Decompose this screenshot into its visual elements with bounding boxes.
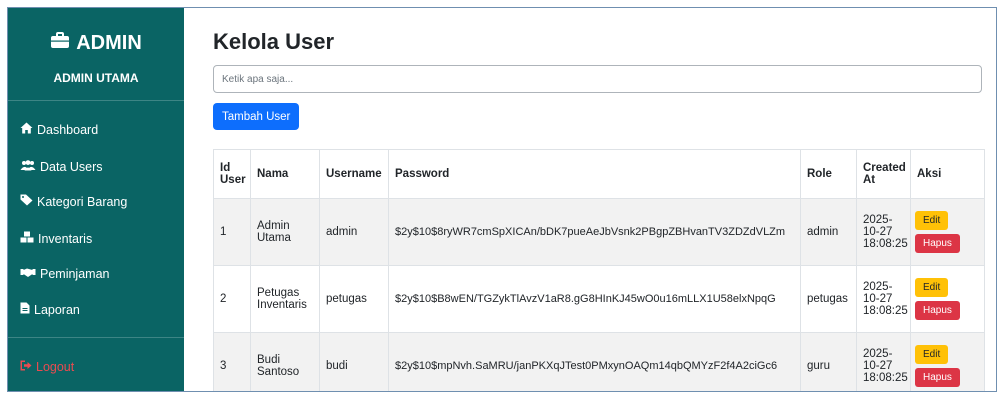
sidebar-divider <box>8 337 184 338</box>
cell-username: admin <box>319 198 389 266</box>
cell-role: petugas <box>800 265 857 333</box>
brand-label: ADMIN <box>76 32 142 54</box>
edit-button[interactable]: Edit <box>915 345 949 364</box>
delete-button[interactable]: Hapus <box>915 301 960 320</box>
sidebar-item-label: Laporan <box>34 302 80 317</box>
sidebar-item-dashboard[interactable]: Dashboard <box>20 122 98 137</box>
delete-button[interactable]: Hapus <box>915 368 960 387</box>
column-header-username: Username <box>319 149 389 199</box>
add-user-button[interactable]: Tambah User <box>213 103 300 130</box>
sidebar-item-label: Peminjaman <box>40 267 110 281</box>
logout-link[interactable]: Logout <box>20 360 74 374</box>
sidebar: ADMIN ADMIN UTAMA Dashboard Data Users K… <box>8 8 184 391</box>
table-header-row: Id User Nama Username Password Role Crea… <box>213 149 985 199</box>
briefcase-icon <box>50 32 70 55</box>
sidebar-item-label: Inventaris <box>38 231 93 246</box>
delete-button[interactable]: Hapus <box>915 234 960 253</box>
cell-id: 1 <box>213 198 251 266</box>
sidebar-item-label: Kategori Barang <box>37 194 128 209</box>
main-content: Kelola User Tambah User Id User Nama Use… <box>184 8 996 391</box>
sidebar-item-label: Dashboard <box>37 122 99 137</box>
search-input[interactable] <box>213 65 982 93</box>
column-header-id: Id User <box>213 149 251 199</box>
cell-nama: Petugas Inventaris <box>250 265 320 333</box>
column-header-password: Password <box>388 149 801 199</box>
users-table: Id User Nama Username Password Role Crea… <box>213 149 985 391</box>
sidebar-item-kategori-barang[interactable]: Kategori Barang <box>20 194 127 209</box>
column-header-aksi: Aksi <box>910 149 985 199</box>
brand-title: ADMIN <box>8 8 184 55</box>
sidebar-item-label: Data Users <box>40 160 103 174</box>
cell-password: $2y$10$8ryWR7cmSpXICAn/bDK7pueAeJbVsnk2P… <box>388 198 801 266</box>
column-header-role: Role <box>800 149 857 199</box>
cell-id: 3 <box>213 332 251 391</box>
cell-id: 2 <box>213 265 251 333</box>
cell-nama: Budi Santoso <box>250 332 320 391</box>
cell-password: $2y$10$B8wEN/TGZykTlAvzV1aR8.gG8HInKJ45w… <box>388 265 801 333</box>
cell-aksi: Edit Hapus <box>910 332 985 391</box>
table-row: 3 Budi Santoso budi $2y$10$mpNvh.SaMRU/j… <box>213 332 985 391</box>
column-header-created-at: Created At <box>856 149 911 199</box>
handshake-icon <box>20 267 36 281</box>
cell-aksi: Edit Hapus <box>910 198 985 266</box>
sidebar-brand: ADMIN ADMIN UTAMA <box>8 8 184 101</box>
users-icon <box>20 160 36 174</box>
home-icon <box>20 122 33 137</box>
app-window: ADMIN ADMIN UTAMA Dashboard Data Users K… <box>7 7 997 392</box>
table-row: 1 Admin Utama admin $2y$10$8ryWR7cmSpXIC… <box>213 198 985 266</box>
page-title: Kelola User <box>213 29 335 54</box>
column-header-nama: Nama <box>250 149 320 199</box>
edit-button[interactable]: Edit <box>915 278 949 297</box>
logout-label: Logout <box>36 360 75 374</box>
brand-subtitle: ADMIN UTAMA <box>53 71 139 85</box>
cell-created-at: 2025-10-27 18:08:25 <box>856 198 911 266</box>
cell-nama: Admin Utama <box>250 198 320 266</box>
sidebar-item-inventaris[interactable]: Inventaris <box>20 231 92 246</box>
logout-icon <box>20 360 32 374</box>
cell-username: petugas <box>319 265 389 333</box>
sidebar-item-laporan[interactable]: Laporan <box>20 302 80 317</box>
cell-created-at: 2025-10-27 18:08:25 <box>856 265 911 333</box>
file-icon <box>20 302 30 317</box>
edit-button[interactable]: Edit <box>915 211 949 230</box>
boxes-icon <box>20 231 34 246</box>
cell-username: budi <box>319 332 389 391</box>
sidebar-item-data-users[interactable]: Data Users <box>20 160 103 174</box>
tag-icon <box>20 194 33 209</box>
cell-password: $2y$10$mpNvh.SaMRU/janPKXqJTest0PMxynOAQ… <box>388 332 801 391</box>
sidebar-item-peminjaman[interactable]: Peminjaman <box>20 267 109 281</box>
cell-role: guru <box>800 332 857 391</box>
cell-aksi: Edit Hapus <box>910 265 985 333</box>
table-row: 2 Petugas Inventaris petugas $2y$10$B8wE… <box>213 265 985 333</box>
cell-created-at: 2025-10-27 18:08:25 <box>856 332 911 391</box>
cell-role: admin <box>800 198 857 266</box>
